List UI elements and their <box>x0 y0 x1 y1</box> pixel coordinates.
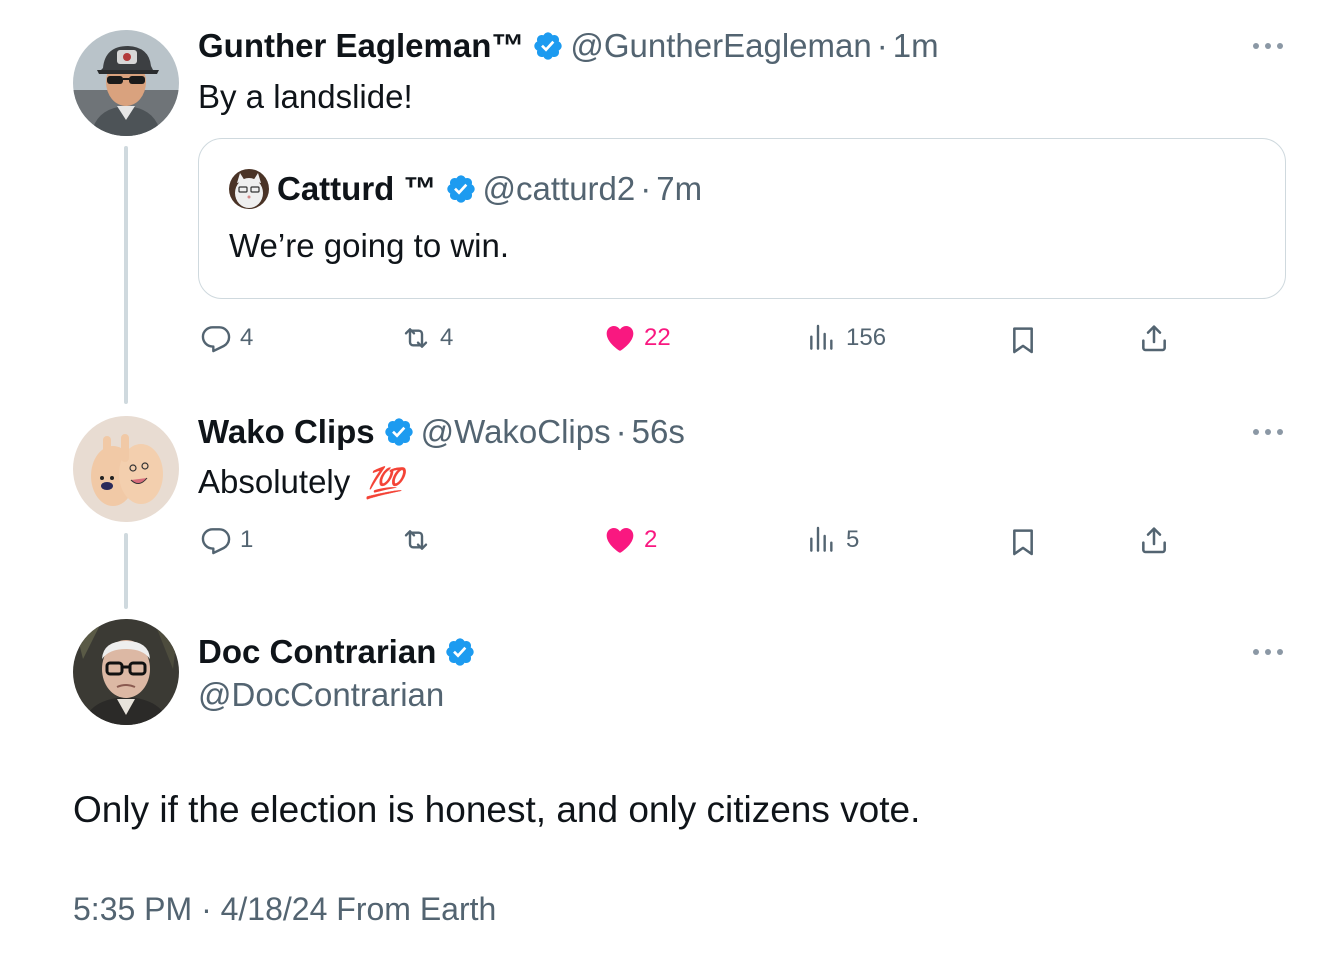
like-count: 22 <box>644 324 671 351</box>
tweet-text: By a landslide! <box>198 78 413 115</box>
quoted-author-name: Catturd ™ <box>277 170 437 207</box>
quoted-tweet[interactable]: Catturd ™ @catturd2 · 7m We’re going to … <box>198 138 1286 299</box>
share-icon <box>1142 325 1166 352</box>
like-button[interactable]: 2 <box>604 522 657 558</box>
quoted-author-handle: @catturd2 <box>482 170 636 207</box>
views-button[interactable]: 156 <box>806 320 886 356</box>
reply-button[interactable]: 4 <box>200 320 253 356</box>
tweet-text-body: Absolutely <box>198 463 351 500</box>
author-handle[interactable]: @WakoClips <box>421 413 611 451</box>
tweet-header: Gunther Eagleman™ @GuntherEagleman · 1m <box>198 26 939 66</box>
quoted-tweet-header: Catturd ™ @catturd2 · 7m <box>229 169 702 209</box>
reply-icon <box>201 326 231 353</box>
tweet-timestamp[interactable]: 5:35 PM <box>73 891 192 927</box>
more-icon[interactable] <box>1253 646 1283 658</box>
quoted-tweet-text: We’re going to win. <box>229 227 510 264</box>
main-author: Doc Contrarian <box>198 632 482 672</box>
bookmark-icon <box>1013 327 1033 354</box>
verified-badge-icon <box>383 416 415 448</box>
tweet-source: From Earth <box>336 891 497 927</box>
views-icon <box>810 526 833 552</box>
views-button[interactable]: 5 <box>806 522 859 558</box>
author-name[interactable]: Wako Clips <box>198 413 375 451</box>
share-icon <box>1142 527 1166 554</box>
repost-count: 4 <box>440 324 454 351</box>
share-button[interactable] <box>1138 320 1170 356</box>
reply-button[interactable]: 1 <box>200 522 253 558</box>
separator-dot: · <box>201 891 221 927</box>
avatar[interactable] <box>73 416 179 522</box>
verified-badge-icon <box>532 30 564 62</box>
separator-dot: · <box>640 170 652 207</box>
repost-icon <box>404 530 428 550</box>
separator-dot: · <box>876 27 888 64</box>
like-icon <box>606 326 634 351</box>
hundred-points-emoji: 💯 <box>365 467 403 500</box>
main-tweet-text: Only if the election is honest, and only… <box>73 789 921 830</box>
author-handle[interactable]: @DocContrarian <box>198 676 444 714</box>
verified-badge-icon <box>444 636 476 668</box>
reply-count: 4 <box>240 324 254 351</box>
bookmark-button[interactable] <box>1007 322 1039 358</box>
repost-icon <box>404 328 428 348</box>
main-tweet-meta: 5:35 PM · 4/18/24 From Earth <box>73 891 496 928</box>
like-button[interactable]: 22 <box>604 320 671 356</box>
author-name[interactable]: Gunther Eagleman™ <box>198 27 524 65</box>
like-icon <box>606 528 634 553</box>
repost-button[interactable] <box>400 522 440 558</box>
reply-count: 1 <box>240 526 254 553</box>
tweet-text: Absolutely 💯 <box>198 463 403 501</box>
quoted-tweet-time: 7m <box>656 170 703 207</box>
tweet-header: Wako Clips @WakoClips · 56s <box>198 412 685 452</box>
verified-badge-icon <box>445 173 477 205</box>
author-handle[interactable]: @GuntherEagleman <box>570 27 871 65</box>
more-icon[interactable] <box>1253 426 1283 438</box>
avatar[interactable] <box>73 30 179 136</box>
tweet-time[interactable]: 1m <box>893 27 939 65</box>
thread-line <box>124 533 128 609</box>
reply-icon <box>201 528 231 555</box>
repost-button[interactable]: 4 <box>400 320 453 356</box>
more-icon[interactable] <box>1253 40 1283 52</box>
tweet-date[interactable]: 4/18/24 <box>221 891 328 927</box>
separator-dot: · <box>615 413 627 450</box>
thread-line <box>124 146 128 404</box>
share-button[interactable] <box>1138 522 1170 558</box>
bookmark-icon <box>1013 529 1033 556</box>
author-name[interactable]: Doc Contrarian <box>198 633 436 671</box>
like-count: 2 <box>644 526 658 553</box>
avatar[interactable] <box>73 619 179 725</box>
views-icon <box>810 324 833 350</box>
quoted-avatar <box>229 169 269 209</box>
views-count: 156 <box>846 324 887 351</box>
bookmark-button[interactable] <box>1007 524 1039 560</box>
views-count: 5 <box>846 526 860 553</box>
tweet-time[interactable]: 56s <box>632 413 685 451</box>
